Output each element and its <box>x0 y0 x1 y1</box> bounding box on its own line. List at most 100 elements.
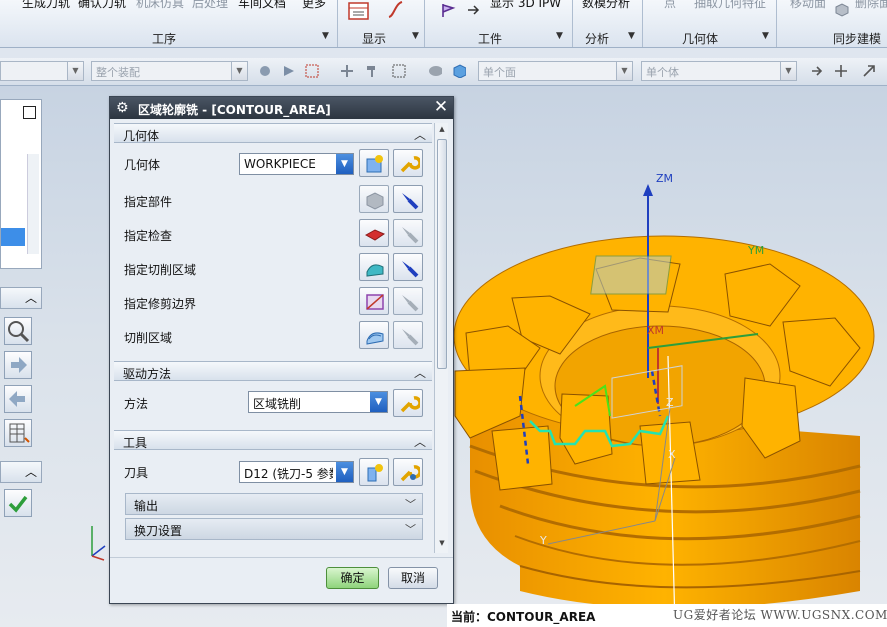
chevron-down-icon[interactable]: ▼ <box>412 31 419 41</box>
close-icon[interactable]: ✕ <box>432 98 450 116</box>
scroll-down-icon[interactable]: ▼ <box>437 539 447 547</box>
chevron-down-icon: ▼ <box>231 62 247 80</box>
assembly-filter-value: 整个装配 <box>96 66 140 79</box>
cancel-button[interactable]: 取消 <box>388 567 438 589</box>
ribbon-separator <box>572 0 573 47</box>
flag-icon[interactable] <box>440 2 456 18</box>
arrow-diagonal-icon[interactable] <box>862 64 876 78</box>
back-button[interactable] <box>4 385 32 413</box>
chevron-up-icon[interactable]: ︿ <box>414 433 426 450</box>
verify-toolpath-button[interactable]: 确认刀轨 <box>78 0 126 11</box>
point-button[interactable]: 点 <box>664 0 676 11</box>
chevron-down-icon[interactable]: ▼ <box>556 31 563 41</box>
cut-region-button[interactable] <box>359 321 389 349</box>
machine-simulation-button[interactable]: 机床仿真 <box>136 0 184 11</box>
pan-icon[interactable] <box>834 64 848 78</box>
generate-toolpath-button[interactable]: 生成刀轨 <box>22 0 70 11</box>
chevron-up-icon[interactable]: ︿ <box>414 364 426 381</box>
part-cube-icon <box>366 192 384 210</box>
panel-collapse-bar[interactable]: ︿ <box>0 461 42 483</box>
selection-box-icon[interactable] <box>305 64 319 78</box>
arrow-right-icon[interactable] <box>810 64 824 78</box>
panel-collapse-bar[interactable]: ︿ <box>0 287 42 309</box>
tool-change-subsection[interactable]: 换刀设置 ﹀ <box>125 518 423 540</box>
body-cube-icon[interactable] <box>452 64 466 78</box>
snap-icon[interactable] <box>258 64 272 78</box>
maximize-icon[interactable] <box>23 106 36 119</box>
display-trim-boundary-button[interactable] <box>393 287 423 315</box>
selected-list-item[interactable] <box>1 228 25 246</box>
new-tool-button[interactable] <box>359 458 389 486</box>
geometry-select[interactable]: WORKPIECE ▼ <box>239 153 354 175</box>
output-subsection[interactable]: 输出 ﹀ <box>125 493 423 515</box>
face-icon[interactable] <box>428 64 442 78</box>
gear-icon[interactable]: ⚙ <box>116 100 132 116</box>
select-cut-area-button[interactable] <box>359 253 389 281</box>
model-analysis-button[interactable]: 数模分析 <box>582 0 630 11</box>
wrench-gear-icon <box>400 465 420 482</box>
edit-drive-method-button[interactable] <box>393 389 423 417</box>
dialog-title: 区域轮廓铣 - [CONTOUR_AREA] <box>138 103 331 117</box>
section-header-drive-method[interactable]: 驱动方法 ︿ <box>114 361 432 381</box>
chevron-down-icon[interactable]: ▼ <box>762 31 769 41</box>
rectangle-select-icon[interactable] <box>392 64 406 78</box>
more-button[interactable]: 更多 <box>302 0 326 11</box>
navigator-panel[interactable] <box>0 99 42 269</box>
pick-filter-icon[interactable] <box>282 64 296 78</box>
new-geometry-button[interactable] <box>359 149 389 177</box>
edit-geometry-button[interactable] <box>393 149 423 177</box>
type-filter-select[interactable]: ▼ <box>0 61 84 81</box>
move-icon[interactable] <box>340 64 354 78</box>
select-check-button[interactable] <box>359 219 389 247</box>
display-cut-area-button[interactable] <box>393 253 423 281</box>
show-3d-ipw-button[interactable]: 显示 3D IPW <box>490 0 561 11</box>
chevron-down-icon[interactable]: ﹀ <box>405 521 416 537</box>
curve-icon[interactable] <box>386 0 406 20</box>
xm-axis-label: XM <box>647 324 664 337</box>
section-header-tool[interactable]: 工具 ︿ <box>114 430 432 450</box>
chevron-up-icon[interactable]: ︿ <box>25 289 37 306</box>
scroll-up-icon[interactable]: ▲ <box>437 125 447 133</box>
chevron-down-icon[interactable]: ﹀ <box>405 496 416 512</box>
scroll-thumb[interactable] <box>437 139 447 369</box>
delete-face-button[interactable]: 删除面 <box>855 0 887 11</box>
forward-button[interactable] <box>4 351 32 379</box>
dialog-scrollbar[interactable]: ▲ ▼ <box>434 123 448 553</box>
chevron-up-icon[interactable]: ︿ <box>25 463 37 480</box>
extract-geometry-button[interactable]: 抽取几何特征 <box>694 0 766 11</box>
list-button[interactable] <box>4 419 32 447</box>
face-filter-select[interactable]: 单个面 ▼ <box>478 61 633 81</box>
body-filter-select[interactable]: 单个体 ▼ <box>641 61 797 81</box>
ok-button[interactable]: 确定 <box>326 567 379 589</box>
move-face-button[interactable]: 移动面 <box>790 0 826 11</box>
new-geometry-icon <box>366 155 383 173</box>
display-check-button[interactable] <box>393 219 423 247</box>
tool-label: 刀具 <box>124 466 149 480</box>
postprocess-button[interactable]: 后处理 <box>192 0 228 11</box>
x-axis-label: X <box>668 448 676 461</box>
edit-tool-button[interactable] <box>393 458 423 486</box>
chevron-up-icon[interactable]: ︿ <box>414 126 426 143</box>
zoom-button[interactable] <box>4 317 32 345</box>
tool-select[interactable]: D12 (铣刀-5 参数 ▼ <box>239 461 354 483</box>
drive-method-select[interactable]: 区域铣削 ▼ <box>248 391 388 413</box>
assembly-filter-select[interactable]: 整个装配 ▼ <box>91 61 248 81</box>
chevron-down-icon[interactable]: ▼ <box>628 31 635 41</box>
dialog-title-bar[interactable]: ⚙ 区域轮廓铣 - [CONTOUR_AREA] ✕ <box>110 97 453 119</box>
select-trim-boundary-button[interactable] <box>359 287 389 315</box>
y-axis-label: Y <box>539 534 547 547</box>
display-part-button[interactable] <box>393 185 423 213</box>
confirm-button[interactable] <box>4 489 32 517</box>
chevron-down-icon[interactable]: ▼ <box>322 31 329 41</box>
calendar-icon[interactable] <box>348 2 370 20</box>
display-cut-region-button[interactable] <box>393 321 423 349</box>
hammer-icon[interactable] <box>366 64 380 78</box>
cut-area-icon <box>366 264 384 277</box>
navigator-scrollbar[interactable] <box>27 154 39 254</box>
select-part-button[interactable] <box>359 185 389 213</box>
arrow-right-icon[interactable] <box>466 2 482 18</box>
flashlight-icon <box>402 295 419 312</box>
shop-doc-button[interactable]: 车间文档 <box>238 0 286 11</box>
delete-face-icon[interactable] <box>834 1 850 17</box>
section-header-geometry[interactable]: 几何体 ︿ <box>114 123 432 143</box>
